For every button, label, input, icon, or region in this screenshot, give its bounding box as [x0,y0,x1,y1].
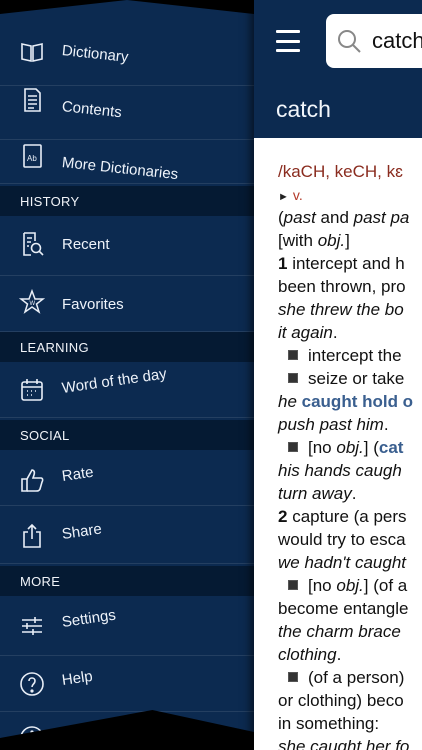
star-icon: W [18,288,46,316]
sidebar-item-label: Word of the day [60,365,168,397]
search-input[interactable]: catch [326,14,422,68]
bullet-icon [288,580,298,590]
section-heading-social: SOCIAL [0,420,254,450]
menu-button[interactable] [276,30,302,52]
sidebar-item-label: Dictionary [61,42,130,66]
section-heading-learning: LEARNING [0,332,254,362]
document-icon [18,86,46,114]
dictionary-ab-icon: Ab [18,142,46,170]
sidebar-item-label: Rate [60,463,95,485]
bullet-icon [288,373,298,383]
sidebar-item-share[interactable]: Share [0,506,254,564]
sidebar-item-label: Recent [62,236,110,253]
entry-title: catch [276,96,331,122]
svg-text:W: W [30,301,36,307]
sidebar-item-help[interactable]: Help [0,656,254,712]
sidebar-item-favorites[interactable]: W Favorites [0,276,254,332]
definition-body: /kaCH, keCH, kɛ ► v. (past and past pa [w… [278,162,414,750]
sidebar-item-label: Help [60,667,94,689]
section-heading-more: MORE [0,566,254,596]
expand-arrow-icon[interactable]: ► [278,191,289,203]
entry-panel: catch catch /kaCH, keCH, kɛ ► v. (past an… [254,0,422,750]
pronunciation: /kaCH, keCH, kɛ [278,162,403,181]
section-heading-history: HISTORY [0,186,254,216]
share-icon [18,522,46,550]
phrase-link[interactable]: cat [379,438,404,457]
sidebar-item-contents[interactable]: Contents [0,86,254,140]
sliders-icon [18,612,46,640]
sidebar-top-edge [0,0,254,14]
sidebar-item-label: Contents [61,98,123,122]
sidebar-item-label: Favorites [62,296,124,313]
search-value: catch [372,28,422,53]
recent-search-icon [18,230,46,258]
bullet-icon [288,350,298,360]
sidebar-item-dictionary[interactable]: Dictionary [0,14,254,86]
sidebar-item-settings[interactable]: Settings [0,596,254,656]
sidebar-item-label: Share [60,520,103,543]
sidebar-item-word-of-the-day[interactable]: Word of the day [0,362,254,418]
bullet-icon [288,672,298,682]
sidebar-item-rate[interactable]: Rate [0,450,254,506]
sidebar-item-recent[interactable]: Recent [0,216,254,276]
bullet-icon [288,442,298,452]
calendar-icon [18,376,46,404]
sidebar-item-label: Settings [60,606,117,631]
thumbs-up-icon [18,466,46,494]
part-of-speech[interactable]: v. [293,187,303,203]
hamburger-icon [276,30,300,33]
help-icon [18,670,46,698]
sidebar-item-label: More Dictionaries [61,154,179,184]
svg-text:Ab: Ab [27,154,37,163]
search-icon [338,30,361,53]
sidebar-item-more-dictionaries[interactable]: Ab More Dictionaries [0,140,254,184]
top-bar: catch catch [254,0,422,138]
phrase-link[interactable]: caught hold o [302,392,413,411]
example-text: she threw the bo [278,300,404,319]
book-icon [18,38,46,66]
sidebar: Dictionary Contents Ab More Dictionaries… [0,0,254,750]
